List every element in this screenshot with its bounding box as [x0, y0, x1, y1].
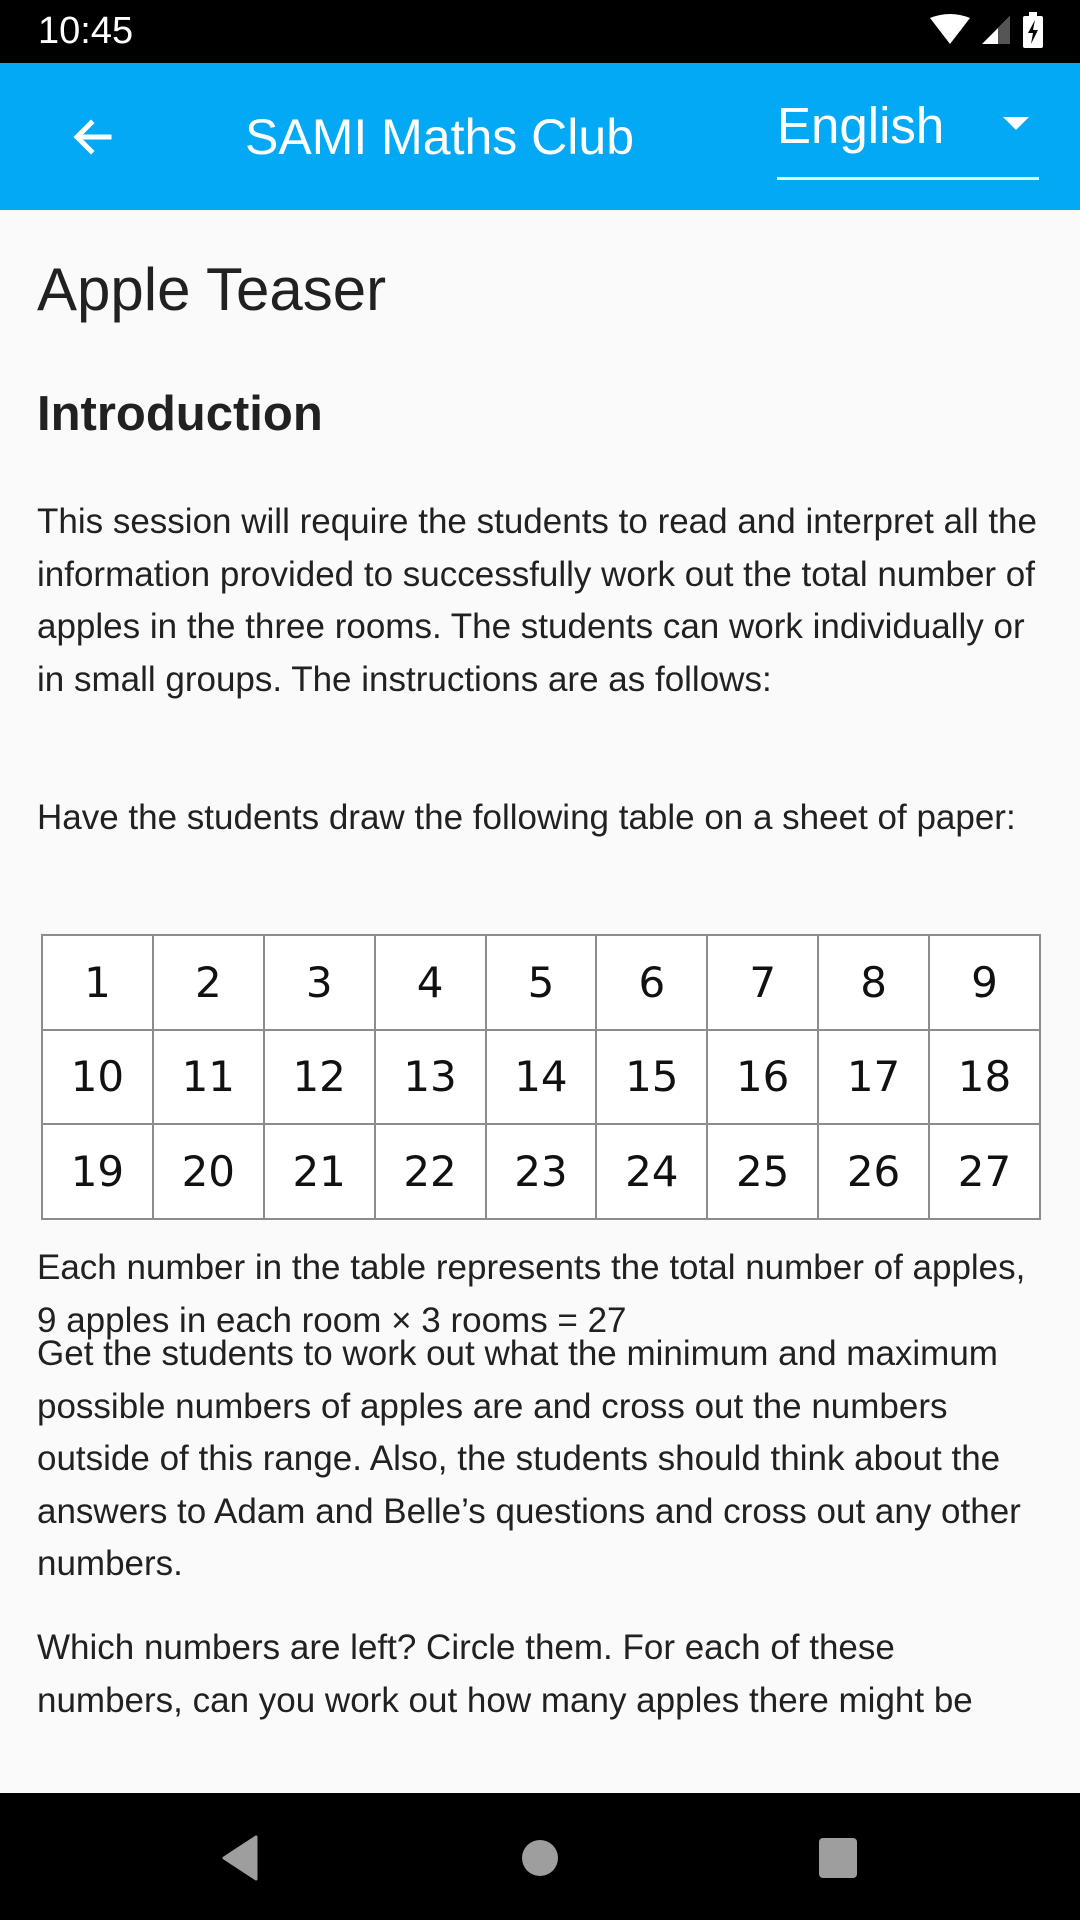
- table-cell: 19: [41, 1123, 154, 1220]
- table-cell: 4: [373, 934, 487, 1031]
- nav-home-icon: [522, 1840, 558, 1876]
- table-cell: 26: [817, 1123, 930, 1220]
- table-cell: 3: [262, 934, 376, 1031]
- table-cell: 5: [484, 934, 598, 1031]
- navigation-bar: [0, 1793, 1080, 1920]
- paragraph: Which numbers are left? Circle them. For…: [37, 1628, 973, 1720]
- paragraph: Get the students to work out what the mi…: [37, 1334, 1021, 1583]
- nav-back-icon: [222, 1835, 258, 1881]
- table-cell: 2: [151, 934, 265, 1031]
- table-cell: 22: [373, 1123, 487, 1220]
- number-table: 1 2 3 4 5 6 7 8 9 10 11 12 13 14 15 16 17 18 19 20 21 22 23 24 2…: [41, 934, 1041, 1220]
- table-cell: 20: [151, 1123, 265, 1220]
- paragraph: Have the students draw the following tab…: [37, 798, 1016, 837]
- table-cell: 8: [817, 934, 930, 1031]
- table-cell: 25: [706, 1123, 820, 1220]
- table-cell: 1: [41, 934, 154, 1031]
- signal-icon: [982, 16, 1010, 44]
- table-cell: 17: [817, 1028, 930, 1126]
- status-bar: 10:45: [0, 0, 1080, 63]
- content-scroll[interactable]: Apple Teaser Introduction This session w…: [37, 210, 1047, 1793]
- dropdown-caret-icon: [1003, 117, 1029, 130]
- table-cell: 9: [928, 934, 1041, 1031]
- table-cell: 23: [484, 1123, 598, 1220]
- status-icons: [930, 12, 1044, 48]
- paragraph: This session will require the students t…: [37, 502, 1037, 699]
- table-cell: 16: [706, 1028, 820, 1126]
- nav-home-button[interactable]: [510, 1833, 570, 1883]
- nav-back-button[interactable]: [210, 1833, 270, 1883]
- section-heading: Introduction: [37, 387, 323, 441]
- status-time: 10:45: [38, 10, 134, 52]
- table-cell: 27: [928, 1123, 1041, 1220]
- nav-recents-icon: [819, 1838, 857, 1878]
- nav-recents-button[interactable]: [808, 1833, 868, 1883]
- wifi-icon: [930, 14, 970, 44]
- language-dropdown[interactable]: English: [777, 93, 1039, 180]
- app-bar: SAMI Maths Club English: [0, 63, 1080, 210]
- table-cell: 14: [484, 1028, 598, 1126]
- back-button[interactable]: [58, 105, 128, 169]
- table-cell: 12: [262, 1028, 376, 1126]
- battery-charging-icon: [1023, 12, 1043, 48]
- language-selected: English: [777, 97, 945, 154]
- table-cell: 13: [373, 1028, 487, 1126]
- app-title: SAMI Maths Club: [245, 109, 635, 165]
- table-cell: 15: [595, 1028, 709, 1126]
- table-cell: 18: [928, 1028, 1041, 1126]
- table-cell: 11: [151, 1028, 265, 1126]
- table-cell: 10: [41, 1028, 154, 1126]
- page-title: Apple Teaser: [37, 256, 387, 323]
- table-cell: 6: [595, 934, 709, 1031]
- table-row: 10 11 12 13 14 15 16 17 18: [41, 1028, 1041, 1126]
- table-cell: 24: [595, 1123, 709, 1220]
- table-cell: 7: [706, 934, 820, 1031]
- table-row: 123456789: [41, 934, 1041, 1031]
- table-row: 19 20 21 22 23 24 25 26 27: [41, 1123, 1041, 1220]
- arrow-back-icon: [73, 119, 112, 155]
- table-cell: 21: [262, 1123, 376, 1220]
